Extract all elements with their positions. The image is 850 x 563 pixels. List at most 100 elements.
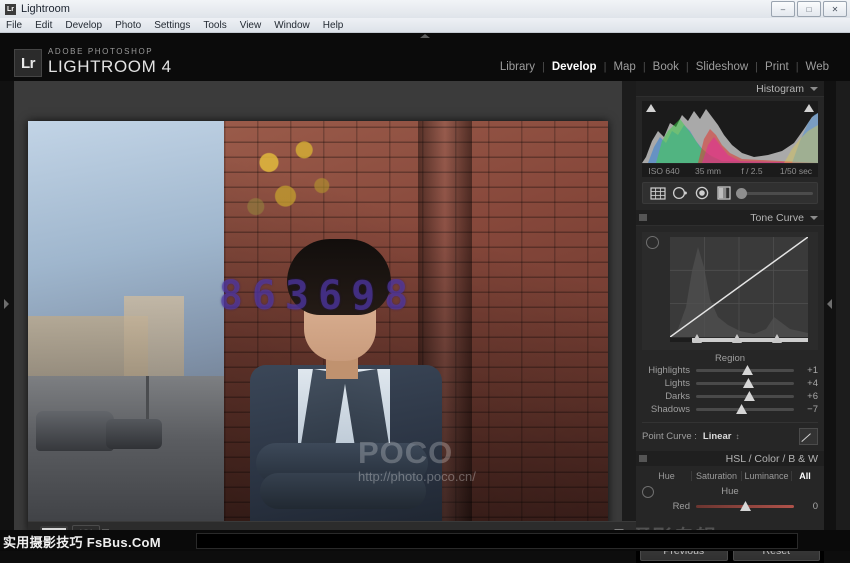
point-curve-row: Point Curve : Linear ↕ [642,422,818,445]
product-name: ADOBE PHOTOSHOP LIGHTROOM 4 [48,47,172,76]
hsl-header[interactable]: HSL / Color / B & W [636,451,824,466]
chevron-down-icon[interactable] [810,216,818,220]
graduated-filter-icon[interactable] [713,185,735,201]
target-adjustment-icon[interactable] [642,486,654,498]
slider-knob[interactable] [740,501,751,511]
window-title-bar: Lr Lightroom – □ ✕ [0,0,850,19]
tab-all[interactable]: All [792,471,818,481]
point-curve-label: Point Curve : [642,431,697,442]
point-curve-value[interactable]: Linear [703,431,732,442]
image-canvas[interactable]: 863698 POCO http://photo.poco.cn/ YY [14,81,622,541]
slider-knob[interactable] [744,391,755,401]
module-print[interactable]: Print [758,61,796,73]
histogram-header[interactable]: Histogram [636,81,824,97]
slider-label: Lights [642,378,696,389]
menu-item-view[interactable]: View [240,20,262,31]
menu-item-photo[interactable]: Photo [115,20,141,31]
histogram-title: Histogram [756,83,804,95]
module-web[interactable]: Web [799,61,836,73]
window-controls: – □ ✕ [771,1,847,17]
histogram-graph[interactable] [642,101,818,163]
photo-car-right [106,419,162,449]
hue-label: Hue [721,486,738,497]
shadow-clipping-indicator[interactable] [646,104,656,112]
slider-track[interactable] [696,369,794,372]
menu-item-develop[interactable]: Develop [65,20,102,31]
module-slideshow[interactable]: Slideshow [689,61,755,73]
module-picker: Library | Develop | Map | Book | Slidesh… [493,61,836,73]
slider-shadows[interactable]: Shadows −7 [642,403,818,416]
slider-label: Darks [642,391,696,402]
slider-value: −7 [794,404,818,415]
menu-item-window[interactable]: Window [274,20,310,31]
slider-value: +1 [794,365,818,376]
slider-knob[interactable] [736,404,747,414]
status-bar-field [196,533,798,549]
crop-overlay-icon[interactable] [647,185,669,201]
hsl-title: HSL / Color / B & W [726,453,818,465]
module-library[interactable]: Library [493,61,542,73]
right-panel-collapse[interactable] [824,81,836,541]
panel-handle-icon [639,214,647,221]
highlight-clipping-indicator[interactable] [804,104,814,112]
maximize-button[interactable]: □ [797,1,821,17]
slider-label: Red [642,501,696,512]
menu-bar: File Edit Develop Photo Settings Tools V… [0,18,850,33]
photo-preview[interactable]: 863698 POCO http://photo.poco.cn/ [28,121,608,533]
tone-curve-header[interactable]: Tone Curve [636,210,824,226]
slider-track[interactable] [696,382,794,385]
module-develop[interactable]: Develop [545,61,604,73]
chevron-down-icon[interactable] [810,87,818,91]
chevron-up-icon [420,34,430,38]
slider-track[interactable] [696,395,794,398]
module-book[interactable]: Book [646,61,686,73]
menu-item-tools[interactable]: Tools [203,20,226,31]
tab-hue[interactable]: Hue [642,471,692,481]
target-adjustment-icon[interactable] [646,236,659,249]
watermark-poco-url: http://photo.poco.cn/ [358,468,608,485]
adjustment-brush-slider[interactable] [738,192,813,195]
right-panel: Histogram [636,81,824,541]
edit-point-curve-button[interactable] [799,428,818,445]
slider-darks[interactable]: Darks +6 [642,390,818,403]
menu-item-help[interactable]: Help [323,20,344,31]
slider-track[interactable] [696,408,794,411]
slider-red-hue[interactable]: Red 0 [642,500,818,513]
work-area: 863698 POCO http://photo.poco.cn/ YY [0,81,850,541]
tab-saturation[interactable]: Saturation [692,471,742,481]
photo-street [28,376,243,533]
tone-curve-title: Tone Curve [750,212,804,224]
exif-readout: ISO 640 35 mm f / 2.5 1/50 sec [642,163,818,177]
slider-value: +6 [794,391,818,402]
slider-highlights[interactable]: Highlights +1 [642,364,818,377]
left-panel-collapse[interactable] [0,81,14,541]
menu-item-settings[interactable]: Settings [154,20,190,31]
menu-item-edit[interactable]: Edit [35,20,52,31]
chevron-right-icon [4,299,9,309]
slider-value: 0 [794,501,818,512]
watermark-image-number: 863698 [145,273,491,319]
slider-lights[interactable]: Lights +4 [642,377,818,390]
tone-curve-graph[interactable] [670,237,808,337]
spot-removal-icon[interactable] [669,185,691,201]
photo-yellow-flowers [236,131,346,236]
slider-knob[interactable] [742,365,753,375]
lightroom-window: Lr Lightroom – □ ✕ File Edit Develop Pho… [0,0,850,551]
histogram-svg [642,101,818,163]
hsl-tab-row: Hue Saturation Luminance All [642,468,818,484]
point-curve-caret-icon[interactable]: ↕ [735,432,739,441]
menu-item-file[interactable]: File [6,20,22,31]
tab-luminance[interactable]: Luminance [742,471,792,481]
minimize-button[interactable]: – [771,1,795,17]
slider-track[interactable] [696,505,794,508]
close-button[interactable]: ✕ [823,1,847,17]
tone-curve-editor[interactable] [642,232,818,350]
exif-iso: ISO 640 [642,166,686,176]
watermark-poco: POCO http://photo.poco.cn/ [358,437,608,485]
top-panel-collapse-strip[interactable] [0,33,850,41]
red-eye-icon[interactable] [691,185,713,201]
module-map[interactable]: Map [606,61,642,73]
slider-knob[interactable] [743,378,754,388]
photo-car-left [36,411,114,451]
brush-size-knob[interactable] [736,188,747,199]
